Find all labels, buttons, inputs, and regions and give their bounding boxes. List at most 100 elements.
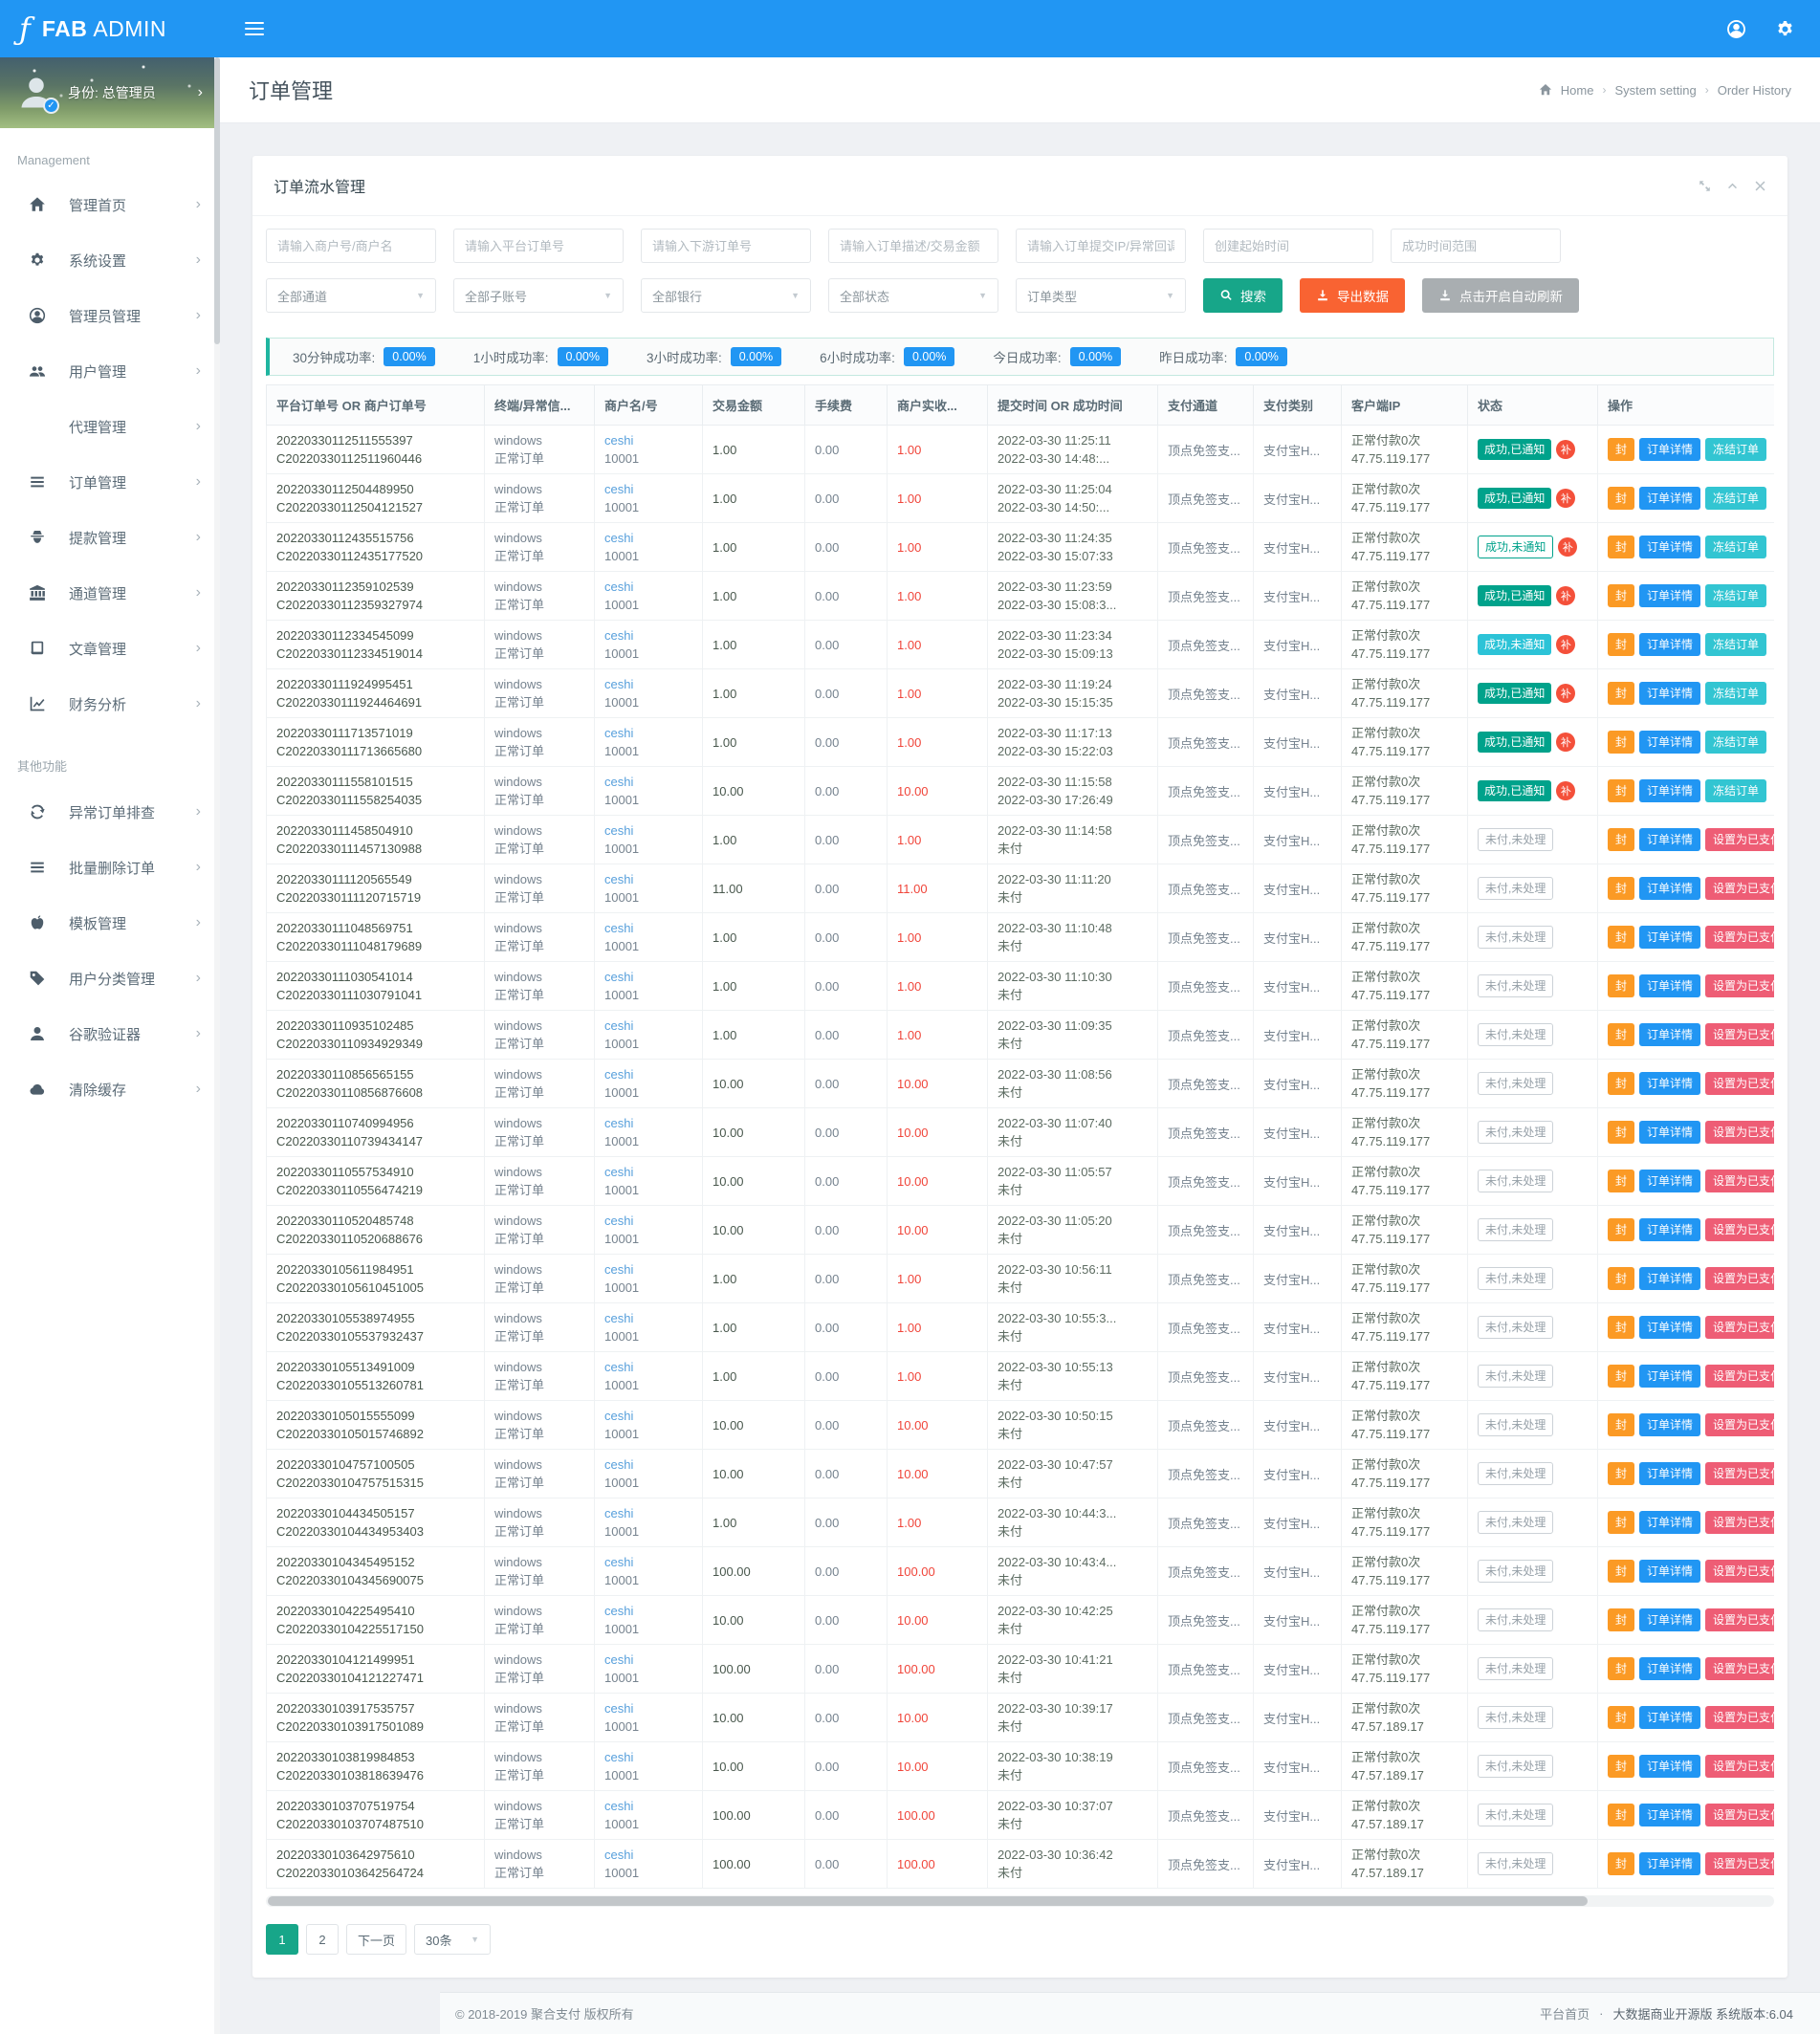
order-detail-button[interactable]: 订单详情 — [1639, 1804, 1700, 1826]
merchant-name-link[interactable]: ceshi — [604, 726, 633, 740]
filter-input-3[interactable] — [828, 229, 998, 263]
sidebar-item-0-5[interactable]: 订单管理› — [0, 454, 220, 510]
sidebar-item-0-1[interactable]: 系统设置› — [0, 232, 220, 288]
sidebar-item-0-9[interactable]: 财务分析› — [0, 676, 220, 732]
order-detail-button[interactable]: 订单详情 — [1639, 1608, 1700, 1631]
bank-select[interactable]: 全部银行▼ — [641, 278, 811, 313]
merchant-name-link[interactable]: ceshi — [604, 1848, 633, 1862]
sidebar-item-0-0[interactable]: 管理首页› — [0, 177, 220, 232]
supplement-badge[interactable]: 补 — [1556, 684, 1575, 703]
horizontal-scrollbar[interactable] — [266, 1895, 1774, 1907]
merchant-name-link[interactable]: ceshi — [604, 970, 633, 984]
close-icon[interactable] — [1754, 180, 1766, 192]
merchant-name-link[interactable]: ceshi — [604, 1555, 633, 1569]
seal-button[interactable]: 封 — [1608, 877, 1634, 900]
filter-input-4[interactable] — [1016, 229, 1186, 263]
filter-input-6[interactable] — [1391, 229, 1561, 263]
seal-button[interactable]: 封 — [1608, 487, 1634, 510]
set-paid-button[interactable]: 设置为已支付 — [1705, 877, 1774, 900]
merchant-name-link[interactable]: ceshi — [604, 1214, 633, 1228]
merchant-name-link[interactable]: ceshi — [604, 1165, 633, 1179]
merchant-name-link[interactable]: ceshi — [604, 1262, 633, 1277]
freeze-order-button[interactable]: 冻结订单 — [1705, 536, 1766, 558]
supplement-badge[interactable]: 补 — [1556, 781, 1575, 800]
set-paid-button[interactable]: 设置为已支付 — [1705, 974, 1774, 997]
set-paid-button[interactable]: 设置为已支付 — [1705, 1413, 1774, 1436]
seal-button[interactable]: 封 — [1608, 1657, 1634, 1680]
set-paid-button[interactable]: 设置为已支付 — [1705, 1072, 1774, 1095]
seal-button[interactable]: 封 — [1608, 584, 1634, 607]
set-paid-button[interactable]: 设置为已支付 — [1705, 926, 1774, 949]
set-paid-button[interactable]: 设置为已支付 — [1705, 1755, 1774, 1778]
seal-button[interactable]: 封 — [1608, 1072, 1634, 1095]
sidebar-item-0-7[interactable]: 通道管理› — [0, 565, 220, 621]
page-size-select[interactable]: 30条▼ — [414, 1924, 491, 1955]
fullscreen-icon[interactable] — [1699, 180, 1711, 192]
set-paid-button[interactable]: 设置为已支付 — [1705, 1170, 1774, 1192]
set-paid-button[interactable]: 设置为已支付 — [1705, 1706, 1774, 1729]
order-detail-button[interactable]: 订单详情 — [1639, 1023, 1700, 1046]
seal-button[interactable]: 封 — [1608, 1316, 1634, 1339]
seal-button[interactable]: 封 — [1608, 1511, 1634, 1534]
set-paid-button[interactable]: 设置为已支付 — [1705, 1462, 1774, 1485]
seal-button[interactable]: 封 — [1608, 682, 1634, 705]
freeze-order-button[interactable]: 冻结订单 — [1705, 438, 1766, 461]
merchant-name-link[interactable]: ceshi — [604, 1311, 633, 1325]
seal-button[interactable]: 封 — [1608, 1706, 1634, 1729]
freeze-order-button[interactable]: 冻结订单 — [1705, 779, 1766, 802]
supplement-badge[interactable]: 补 — [1556, 489, 1575, 508]
set-paid-button[interactable]: 设置为已支付 — [1705, 1023, 1774, 1046]
sidebar-item-1-0[interactable]: 异常订单排查› — [0, 784, 220, 840]
order-detail-button[interactable]: 订单详情 — [1639, 1365, 1700, 1388]
seal-button[interactable]: 封 — [1608, 1121, 1634, 1144]
sidebar-toggle-button[interactable] — [245, 18, 264, 39]
seal-button[interactable]: 封 — [1608, 1365, 1634, 1388]
seal-button[interactable]: 封 — [1608, 438, 1634, 461]
order-detail-button[interactable]: 订单详情 — [1639, 584, 1700, 607]
order-detail-button[interactable]: 订单详情 — [1639, 926, 1700, 949]
order-detail-button[interactable]: 订单详情 — [1639, 1462, 1700, 1485]
breadcrumb-system-setting[interactable]: System setting — [1614, 83, 1696, 98]
breadcrumb-home[interactable]: Home — [1561, 83, 1594, 98]
set-paid-button[interactable]: 设置为已支付 — [1705, 1511, 1774, 1534]
order-detail-button[interactable]: 订单详情 — [1639, 1657, 1700, 1680]
sidebar-item-0-3[interactable]: 用户管理› — [0, 343, 220, 399]
merchant-name-link[interactable]: ceshi — [604, 1506, 633, 1520]
seal-button[interactable]: 封 — [1608, 1755, 1634, 1778]
set-paid-button[interactable]: 设置为已支付 — [1705, 1852, 1774, 1875]
order-detail-button[interactable]: 订单详情 — [1639, 1267, 1700, 1290]
freeze-order-button[interactable]: 冻结订单 — [1705, 584, 1766, 607]
sidebar-item-1-5[interactable]: 清除缓存› — [0, 1061, 220, 1117]
supplement-badge[interactable]: 补 — [1556, 586, 1575, 605]
seal-button[interactable]: 封 — [1608, 536, 1634, 558]
set-paid-button[interactable]: 设置为已支付 — [1705, 1121, 1774, 1144]
seal-button[interactable]: 封 — [1608, 1218, 1634, 1241]
order-detail-button[interactable]: 订单详情 — [1639, 1706, 1700, 1729]
seal-button[interactable]: 封 — [1608, 1804, 1634, 1826]
merchant-name-link[interactable]: ceshi — [604, 1067, 633, 1082]
seal-button[interactable]: 封 — [1608, 974, 1634, 997]
set-paid-button[interactable]: 设置为已支付 — [1705, 1316, 1774, 1339]
merchant-name-link[interactable]: ceshi — [604, 677, 633, 691]
order-detail-button[interactable]: 订单详情 — [1639, 828, 1700, 851]
order-detail-button[interactable]: 订单详情 — [1639, 974, 1700, 997]
filter-input-5[interactable] — [1203, 229, 1373, 263]
freeze-order-button[interactable]: 冻结订单 — [1705, 633, 1766, 656]
merchant-name-link[interactable]: ceshi — [604, 531, 633, 545]
sidebar-item-1-3[interactable]: 用户分类管理› — [0, 951, 220, 1006]
merchant-name-link[interactable]: ceshi — [604, 1701, 633, 1716]
order-detail-button[interactable]: 订单详情 — [1639, 1072, 1700, 1095]
settings-gear-icon[interactable] — [1775, 19, 1795, 39]
set-paid-button[interactable]: 设置为已支付 — [1705, 1267, 1774, 1290]
seal-button[interactable]: 封 — [1608, 1023, 1634, 1046]
freeze-order-button[interactable]: 冻结订单 — [1705, 731, 1766, 754]
merchant-name-link[interactable]: ceshi — [604, 1018, 633, 1033]
order-type-select[interactable]: 订单类型▼ — [1016, 278, 1186, 313]
order-detail-button[interactable]: 订单详情 — [1639, 1560, 1700, 1583]
set-paid-button[interactable]: 设置为已支付 — [1705, 1657, 1774, 1680]
merchant-name-link[interactable]: ceshi — [604, 872, 633, 886]
order-detail-button[interactable]: 订单详情 — [1639, 633, 1700, 656]
order-detail-button[interactable]: 订单详情 — [1639, 536, 1700, 558]
seal-button[interactable]: 封 — [1608, 1413, 1634, 1436]
set-paid-button[interactable]: 设置为已支付 — [1705, 1608, 1774, 1631]
